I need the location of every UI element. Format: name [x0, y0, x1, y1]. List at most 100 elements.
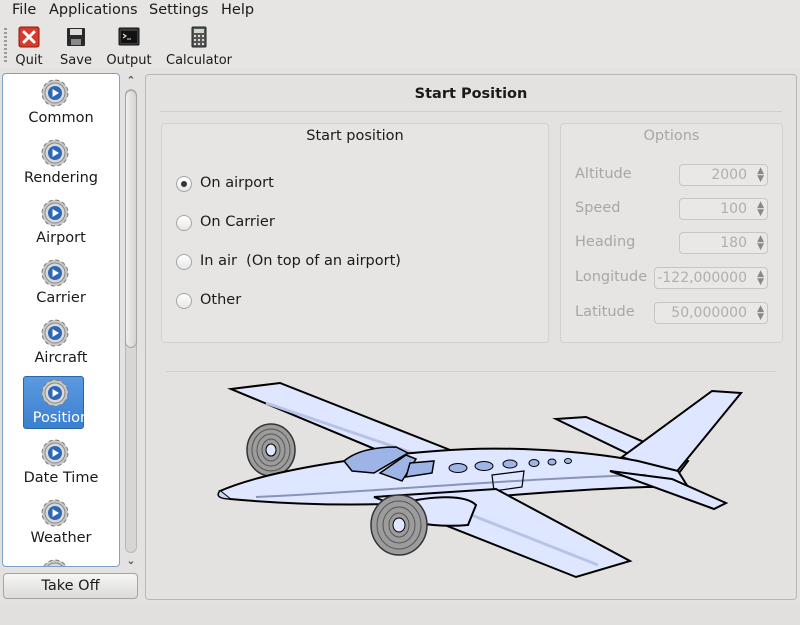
- gear-icon: [41, 79, 69, 107]
- altitude-label: Altitude: [575, 166, 632, 182]
- sidebar-item-carrier[interactable]: Carrier: [3, 254, 119, 314]
- quit-label: Quit: [15, 53, 43, 68]
- longitude-value: -122,000000: [657, 270, 747, 286]
- propeller: [370, 494, 428, 556]
- sidebar-item-label: Aircraft: [34, 350, 88, 366]
- output-label: Output: [106, 53, 152, 68]
- toolbar-grip[interactable]: [4, 28, 7, 64]
- altitude-value: 2000: [711, 167, 747, 183]
- radio-button[interactable]: [176, 176, 192, 192]
- sidebar-item-airport[interactable]: Airport: [3, 194, 119, 254]
- title-divider: [160, 111, 782, 112]
- spin-arrows-icon[interactable]: ▲ ▼: [757, 235, 764, 252]
- sidebar-item-rendering[interactable]: Rendering: [3, 134, 119, 194]
- gear-icon: [43, 559, 67, 566]
- speed-label: Speed: [575, 200, 621, 216]
- calculator-button[interactable]: Calculator: [166, 26, 232, 68]
- radio-other[interactable]: Other: [176, 291, 376, 311]
- radio-button[interactable]: [176, 254, 192, 270]
- spin-arrows-icon[interactable]: ▲ ▼: [757, 201, 764, 218]
- quit-icon: [18, 26, 40, 48]
- gear-icon: [41, 259, 69, 287]
- sidebar-item-date-time[interactable]: Date Time: [3, 434, 119, 494]
- save-label: Save: [60, 53, 92, 68]
- radio-button[interactable]: [176, 293, 192, 309]
- options-group-title: Options: [643, 128, 700, 144]
- radio-button[interactable]: [176, 215, 192, 231]
- toolbar: Quit Save Output Calculator: [0, 22, 800, 68]
- heading-value: 180: [720, 235, 747, 251]
- output-button[interactable]: Output: [106, 26, 152, 68]
- sidebar-item-label: Position: [32, 410, 90, 426]
- radio-label: On Carrier: [200, 214, 275, 230]
- scroll-down-icon[interactable]: ⌄: [123, 555, 139, 567]
- latitude-spinbox[interactable]: 50,000000 ▲ ▼: [654, 302, 768, 324]
- scroll-up-icon[interactable]: ⌃: [123, 75, 139, 87]
- latitude-value: 50,000000: [671, 305, 747, 321]
- quit-button[interactable]: Quit: [15, 26, 43, 68]
- sidebar-scrollbar[interactable]: ⌃ ⌄: [123, 75, 139, 567]
- menu-bar: File Applications Settings Help: [0, 0, 800, 22]
- menu-settings[interactable]: Settings: [149, 2, 208, 18]
- sidebar-item-label: Rendering: [23, 170, 99, 186]
- sidebar: Common Rendering Airport Carrier Aircraf…: [2, 73, 120, 567]
- heading-label: Heading: [575, 234, 636, 250]
- calculator-icon: [191, 26, 207, 48]
- page-title: Start Position: [414, 86, 528, 102]
- propeller: [246, 423, 296, 477]
- spin-arrows-icon[interactable]: ▲ ▼: [757, 305, 764, 322]
- longitude-spinbox[interactable]: -122,000000 ▲ ▼: [654, 267, 768, 289]
- gear-icon: [41, 439, 69, 467]
- speed-value: 100: [720, 201, 747, 217]
- gear-icon: [41, 379, 69, 407]
- radio-on-carrier[interactable]: On Carrier: [176, 213, 376, 233]
- altitude-row: Altitude 2000 ▲ ▼: [575, 164, 768, 186]
- spin-arrows-icon[interactable]: ▲ ▼: [757, 167, 764, 184]
- radio-label: On airport: [200, 175, 274, 191]
- sidebar-item-label: Carrier: [36, 290, 86, 306]
- start-position-group-title: Start position: [306, 128, 404, 144]
- sidebar-item-label: Date Time: [23, 470, 99, 486]
- sidebar-item-label: Weather: [30, 530, 92, 546]
- menu-help[interactable]: Help: [221, 2, 254, 18]
- sidebar-item-weather[interactable]: Weather: [3, 494, 119, 554]
- spin-arrows-icon[interactable]: ▲ ▼: [757, 270, 764, 287]
- gear-icon: [41, 199, 69, 227]
- gear-icon: [41, 499, 69, 527]
- sidebar-item-label: Common: [28, 110, 94, 126]
- save-button[interactable]: Save: [60, 26, 92, 68]
- sidebar-item-common[interactable]: Common: [3, 74, 119, 134]
- menu-applications[interactable]: Applications: [49, 2, 138, 18]
- radio-on-airport[interactable]: On airport: [176, 174, 376, 194]
- status-bar: [0, 604, 800, 625]
- speed-spinbox[interactable]: 100 ▲ ▼: [679, 198, 768, 220]
- latitude-row: Latitude 50,000000 ▲ ▼: [575, 302, 768, 324]
- altitude-spinbox[interactable]: 2000 ▲ ▼: [679, 164, 768, 186]
- sidebar-item-more[interactable]: [3, 554, 119, 566]
- start-position-group: Start position On airport On Carrier In …: [161, 123, 549, 343]
- sidebar-item-position[interactable]: Position: [3, 374, 119, 434]
- radio-label: Other: [200, 292, 242, 308]
- airplane-illustration: [217, 381, 743, 579]
- longitude-row: Longitude -122,000000 ▲ ▼: [575, 267, 768, 289]
- sidebar-item-label: Airport: [36, 230, 86, 246]
- gear-icon: [41, 319, 69, 347]
- speed-row: Speed 100 ▲ ▼: [575, 198, 768, 220]
- terminal-icon: [118, 27, 140, 46]
- main-panel: Start Position Start position On airport…: [145, 74, 797, 600]
- sidebar-item-aircraft[interactable]: Aircraft: [3, 314, 119, 374]
- divider: [166, 371, 776, 372]
- options-group: Options Altitude 2000 ▲ ▼ Speed 100 ▲ ▼ He…: [560, 123, 783, 343]
- heading-spinbox[interactable]: 180 ▲ ▼: [679, 232, 768, 254]
- radio-label: In air (On top of an airport): [200, 253, 401, 269]
- gear-icon: [41, 139, 69, 167]
- calculator-label: Calculator: [166, 53, 233, 68]
- radio-in-air[interactable]: In air (On top of an airport): [176, 252, 436, 272]
- scroll-thumb[interactable]: [125, 90, 137, 348]
- longitude-label: Longitude: [575, 269, 648, 285]
- menu-file[interactable]: File: [12, 2, 36, 18]
- floppy-disk-icon: [67, 28, 85, 46]
- take-off-button[interactable]: Take Off: [3, 573, 138, 599]
- heading-row: Heading 180 ▲ ▼: [575, 232, 768, 254]
- latitude-label: Latitude: [575, 304, 635, 320]
